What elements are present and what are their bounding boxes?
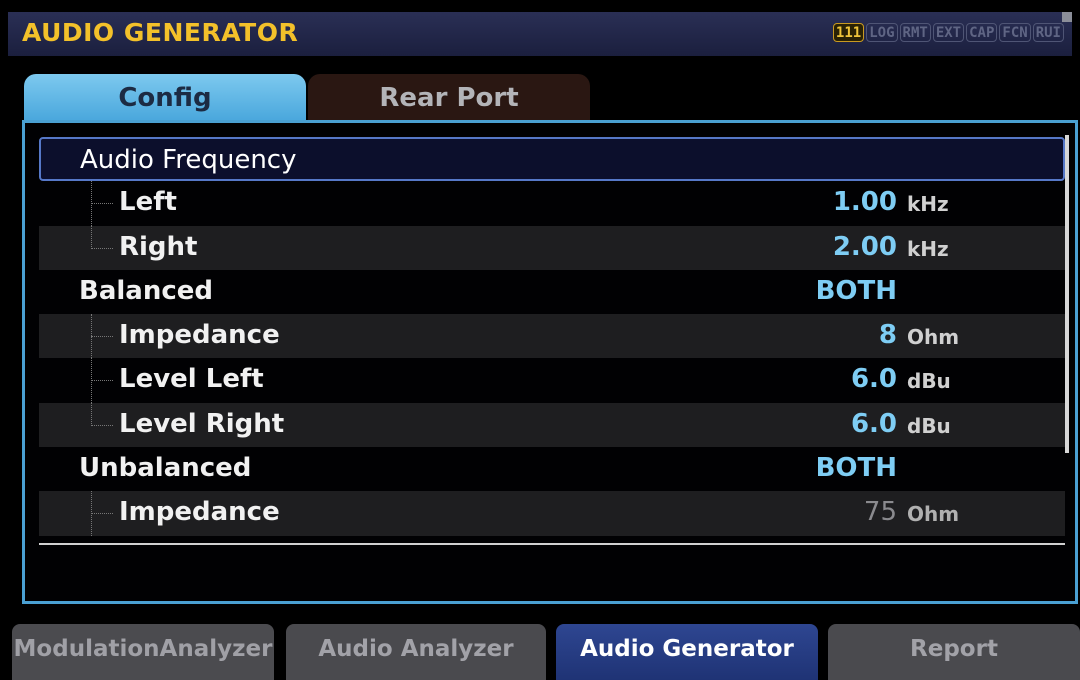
row-label: Audio Frequency — [80, 145, 297, 175]
list-divider — [39, 543, 1065, 545]
audio-analyzer-button[interactable]: Audio Analyzer — [286, 624, 546, 680]
row-value[interactable]: 8 — [879, 320, 897, 350]
settings-row-right[interactable]: Right 2.00 kHz — [39, 225, 1065, 270]
modulation-analyzer-button[interactable]: ModulationAnalyzer — [12, 624, 274, 680]
indicator-channel: 111 — [832, 23, 865, 42]
settings-row-left[interactable]: Left 1.00 kHz — [39, 181, 1065, 226]
tree-connector — [91, 225, 115, 270]
tab-rear-port[interactable]: Rear Port — [308, 74, 590, 122]
tree-connector — [91, 402, 115, 447]
vertical-scrollbar[interactable] — [1065, 135, 1069, 453]
row-label: Right — [119, 231, 198, 262]
settings-row-balanced-impedance[interactable]: Impedance 8 Ohm — [39, 314, 1065, 359]
indicator-log: LOG — [866, 23, 898, 42]
settings-row-balanced[interactable]: Balanced BOTH — [39, 270, 1065, 314]
row-value[interactable]: BOTH — [816, 276, 897, 306]
row-value[interactable]: 75 — [864, 497, 897, 527]
row-label: Balanced — [79, 275, 213, 306]
row-value[interactable]: 1.00 — [833, 187, 897, 217]
corner-marker — [1062, 12, 1072, 22]
row-label: Left — [119, 187, 177, 218]
row-unit: Ohm — [907, 325, 960, 350]
status-indicators: 111 LOG RMT EXT CAP FCN RUI — [832, 23, 1064, 42]
row-value[interactable]: 2.00 — [833, 232, 897, 262]
indicator-ext: EXT — [932, 23, 965, 42]
settings-row-level-left[interactable]: Level Left 6.0 dBu — [39, 358, 1065, 403]
tree-connector — [91, 181, 115, 226]
report-button[interactable]: Report — [828, 624, 1080, 680]
row-label: Level Right — [119, 408, 285, 439]
tab-config[interactable]: Config — [24, 74, 306, 122]
audio-generator-button[interactable]: Audio Generator — [556, 624, 818, 680]
row-value[interactable]: BOTH — [816, 453, 897, 483]
indicator-cap: CAP — [966, 23, 998, 42]
settings-row-audio-frequency[interactable]: Audio Frequency — [39, 137, 1065, 182]
title-bar: AUDIO GENERATOR 111 LOG RMT EXT CAP FCN … — [8, 12, 1072, 56]
row-label: Impedance — [119, 497, 280, 528]
page-title: AUDIO GENERATOR — [22, 18, 299, 47]
settings-row-unbalanced[interactable]: Unbalanced BOTH — [39, 447, 1065, 491]
config-panel: Audio Frequency Left 1.00 kHz Right 2.00… — [22, 120, 1078, 604]
tree-connector — [91, 491, 115, 536]
row-label: Impedance — [119, 320, 280, 351]
row-label: Unbalanced — [79, 453, 252, 484]
row-unit: kHz — [907, 192, 949, 217]
row-value[interactable]: 6.0 — [851, 364, 897, 394]
indicator-run: RUI — [1032, 23, 1064, 42]
row-value[interactable]: 6.0 — [851, 409, 897, 439]
tree-connector — [91, 314, 115, 359]
indicator-fcn: FCN — [999, 23, 1031, 42]
row-unit: dBu — [907, 413, 951, 438]
row-label: Level Left — [119, 364, 264, 395]
row-unit: kHz — [907, 236, 949, 261]
row-unit: dBu — [907, 369, 951, 394]
indicator-rmt: RMT — [899, 23, 931, 42]
settings-row-level-right[interactable]: Level Right 6.0 dBu — [39, 402, 1065, 448]
tree-connector — [91, 358, 115, 403]
row-unit: Ohm — [907, 502, 960, 527]
settings-list: Audio Frequency Left 1.00 kHz Right 2.00… — [39, 137, 1065, 536]
settings-row-unbalanced-impedance[interactable]: Impedance 75 Ohm — [39, 491, 1065, 536]
